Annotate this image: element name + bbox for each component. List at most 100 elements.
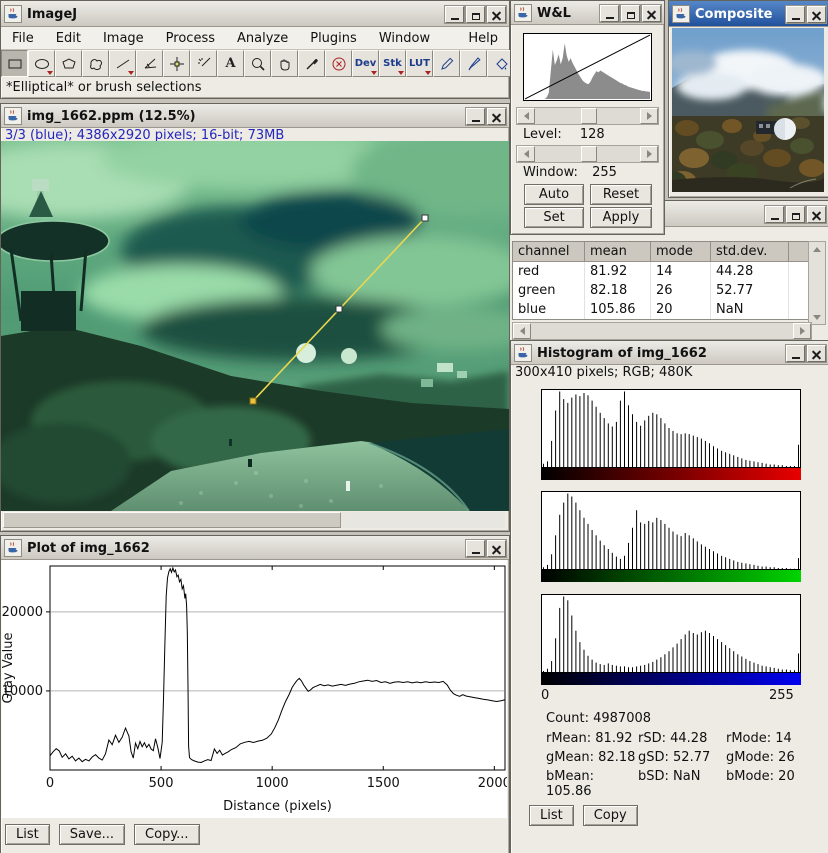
java-icon <box>4 5 22 23</box>
window-slider[interactable] <box>516 145 659 163</box>
tool-oval-button[interactable] <box>28 50 55 77</box>
brush-icon <box>468 56 481 70</box>
selection-handle-mid[interactable] <box>335 305 343 313</box>
minimize-icon <box>605 13 614 19</box>
image-hscrollbar[interactable] <box>3 512 505 528</box>
menu-file[interactable]: File <box>1 29 45 48</box>
vertical-scrollbar[interactable] <box>808 241 826 325</box>
tool-dropper-button[interactable] <box>298 50 325 77</box>
cell-stddev: NaN <box>711 300 789 319</box>
cell-mean: 82.18 <box>585 281 651 300</box>
list-button[interactable]: List <box>529 805 574 826</box>
maximize-button[interactable] <box>466 5 485 23</box>
table-header-row: channel mean mode std.dev. <box>513 242 811 262</box>
table-row[interactable]: blue 105.86 20 NaN <box>513 300 811 319</box>
scrollbar-thumb[interactable] <box>3 512 341 528</box>
angle-icon <box>144 58 156 68</box>
close-button[interactable] <box>807 5 826 23</box>
tool-stk-button[interactable]: Stk <box>379 50 406 77</box>
stk-tool-icon: Stk <box>383 58 402 69</box>
rmean-label: rMean: 81.92 <box>546 731 633 746</box>
column-header: mean <box>585 242 651 262</box>
close-button[interactable] <box>807 344 826 362</box>
copy-button[interactable]: Copy... <box>134 824 200 845</box>
cell-mode: 14 <box>651 262 711 281</box>
composite-canvas[interactable] <box>658 28 828 192</box>
minimize-button[interactable] <box>600 4 619 22</box>
rsd-label: rSD: 44.28 <box>638 731 708 746</box>
close-button[interactable] <box>642 4 661 22</box>
svg-text:Gray Value: Gray Value <box>2 633 16 704</box>
tool-line-button[interactable] <box>109 50 136 77</box>
minimize-button[interactable] <box>466 107 485 125</box>
slider-left-button[interactable] <box>517 146 535 162</box>
close-button[interactable] <box>487 5 506 23</box>
copy-button[interactable]: Copy <box>582 805 638 826</box>
tool-lut-button[interactable]: LUT <box>406 50 433 77</box>
scroll-right-button[interactable] <box>793 323 811 339</box>
auto-button[interactable]: Auto <box>524 184 584 205</box>
list-button[interactable]: List <box>5 824 50 845</box>
tool-crossout-button[interactable] <box>325 50 352 77</box>
selection-handle-end[interactable] <box>421 214 429 222</box>
slider-thumb[interactable] <box>581 108 597 124</box>
slider-right-button[interactable] <box>640 108 658 124</box>
tool-rectangle-button[interactable] <box>1 50 28 77</box>
menu-image[interactable]: Image <box>92 29 155 48</box>
tool-dev-button[interactable]: Dev <box>352 50 379 77</box>
table-row[interactable]: green 82.18 26 52.77 <box>513 281 811 300</box>
minimize-button[interactable] <box>445 5 464 23</box>
maximize-button[interactable] <box>621 4 640 22</box>
text-tool-icon: A <box>225 56 236 71</box>
menu-analyze[interactable]: Analyze <box>226 29 299 48</box>
menu-window[interactable]: Window <box>368 29 441 48</box>
table-row[interactable]: red 81.92 14 44.28 <box>513 262 811 281</box>
landscape-image <box>0 129 591 512</box>
save-button[interactable]: Save... <box>58 824 126 845</box>
scroll-up-button[interactable] <box>809 242 825 256</box>
image-canvas[interactable] <box>0 129 591 512</box>
tool-freehand-button[interactable] <box>82 50 109 77</box>
minimize-button[interactable] <box>786 5 805 23</box>
tool-angle-button[interactable] <box>136 50 163 77</box>
slider-thumb[interactable] <box>581 146 597 162</box>
minimize-button[interactable] <box>765 205 784 223</box>
menu-help[interactable]: Help <box>457 29 509 48</box>
close-button[interactable] <box>487 539 506 557</box>
selection-handle-start[interactable] <box>249 397 257 405</box>
maximize-button[interactable] <box>786 205 805 223</box>
tool-polygon-button[interactable] <box>55 50 82 77</box>
tool-pencil-button[interactable] <box>433 50 460 77</box>
freehand-icon <box>89 58 102 70</box>
tool-text-button[interactable]: A <box>217 50 244 77</box>
slider-left-button[interactable] <box>517 108 535 124</box>
composite-titlebar: Composite <box>669 1 828 27</box>
tool-wand-button[interactable] <box>190 50 217 77</box>
set-button[interactable]: Set <box>524 207 584 228</box>
java-cup-icon <box>676 8 686 19</box>
java-icon <box>672 5 690 23</box>
minimize-button[interactable] <box>786 344 805 362</box>
close-button[interactable] <box>807 205 826 223</box>
horizontal-scrollbar[interactable] <box>512 322 812 340</box>
tool-brush-button[interactable] <box>460 50 487 77</box>
close-button[interactable] <box>487 107 506 125</box>
menu-plugins[interactable]: Plugins <box>299 29 368 48</box>
column-header: channel <box>513 242 585 262</box>
scrollbar-track[interactable] <box>531 323 793 339</box>
level-slider[interactable] <box>516 107 659 125</box>
slider-track[interactable] <box>535 108 640 124</box>
imagej-titlebar: ImageJ <box>1 1 509 27</box>
tool-zoom-button[interactable] <box>244 50 271 77</box>
minimize-button[interactable] <box>466 539 485 557</box>
apply-button[interactable]: Apply <box>590 207 652 228</box>
slider-right-button[interactable] <box>640 146 658 162</box>
reset-button[interactable]: Reset <box>590 184 652 205</box>
menu-process[interactable]: Process <box>155 29 226 48</box>
composite-image <box>658 28 828 192</box>
scroll-left-button[interactable] <box>513 323 531 339</box>
tool-hand-button[interactable] <box>271 50 298 77</box>
menu-edit[interactable]: Edit <box>45 29 92 48</box>
tool-point-button[interactable] <box>163 50 190 77</box>
slider-track[interactable] <box>535 146 640 162</box>
